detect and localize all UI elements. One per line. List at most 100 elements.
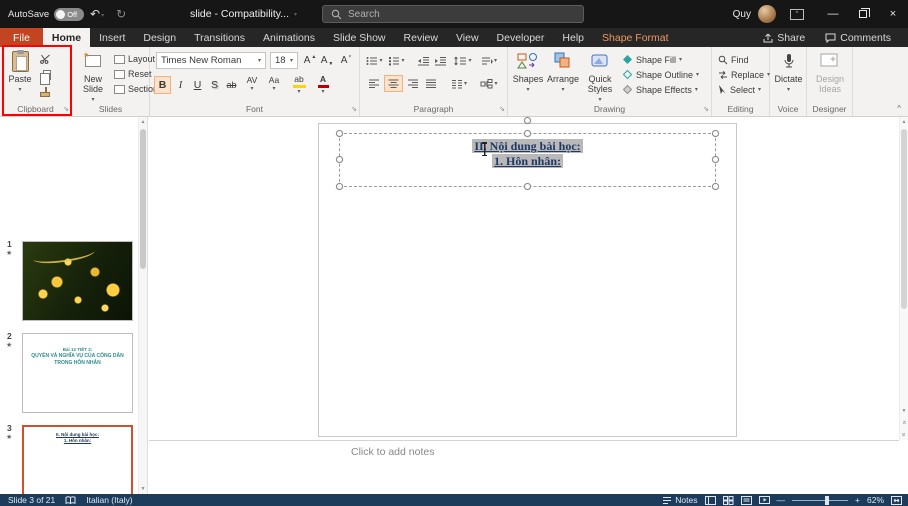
undo-button[interactable]: ↶ ▾ [90, 7, 104, 21]
notes-toggle-button[interactable]: Notes [662, 495, 698, 505]
clipboard-dialog-launcher[interactable]: ⇘ [63, 106, 69, 114]
notes-placeholder[interactable]: Click to add notes [351, 446, 434, 458]
slide-3-thumbnail-selected[interactable]: II. Nội dung bài học: 1. Hôn nhân: [22, 425, 133, 505]
shape-outline-button[interactable]: Shape Outline ▾ [622, 68, 699, 81]
tab-view[interactable]: View [447, 28, 488, 47]
quick-styles-button[interactable]: Quick Styles ▾ [582, 50, 618, 105]
increase-font-size-button[interactable]: A ▲ [302, 52, 318, 69]
bullets-button[interactable]: ▾ [365, 52, 384, 69]
columns-button[interactable]: ▾ [448, 75, 470, 92]
tab-review[interactable]: Review [395, 28, 447, 47]
selected-text-box[interactable]: II. Nội dung bài học: 1. Hôn nhân: [336, 117, 719, 190]
zoom-out-button[interactable]: — [777, 495, 786, 505]
collapse-ribbon-button[interactable]: ^ [897, 104, 901, 113]
paragraph-dialog-launcher[interactable]: ⇘ [499, 106, 505, 114]
text-direction-button[interactable]: ▾ [477, 52, 501, 69]
resize-handle-top-center[interactable] [523, 130, 531, 137]
shape-fill-caret-icon[interactable]: ▾ [679, 56, 682, 63]
paste-dropdown-caret-icon[interactable]: ▾ [18, 85, 21, 95]
zoom-slider-thumb[interactable] [824, 495, 829, 505]
slide-indicator[interactable]: Slide 3 of 21 [8, 495, 55, 505]
arrange-caret-icon[interactable]: ▾ [561, 85, 564, 95]
align-center-button[interactable] [384, 75, 403, 92]
document-title[interactable]: slide - Compatibility... ▾ [190, 0, 297, 28]
line-spacing-caret-icon[interactable]: ▾ [468, 57, 471, 64]
minimize-button[interactable]: — [818, 0, 848, 28]
normal-view-button[interactable] [704, 495, 716, 505]
font-color-button[interactable]: A ▾ [312, 75, 334, 95]
previous-slide-button[interactable]: « [900, 419, 908, 426]
shape-fill-button[interactable]: Shape Fill ▾ [622, 53, 682, 66]
clear-formatting-button[interactable]: A × [338, 52, 354, 69]
rotate-handle[interactable] [523, 117, 531, 124]
convert-to-smartart-button[interactable]: ▾ [477, 75, 501, 92]
tab-file[interactable]: File [0, 28, 43, 47]
slide-canvas[interactable]: II. Nội dung bài học: 1. Hôn nhân: [318, 117, 737, 437]
arrange-button[interactable]: Arrange ▾ [546, 50, 580, 95]
resize-handle-top-left[interactable] [336, 130, 343, 137]
line-spacing-button[interactable]: ▾ [452, 52, 474, 69]
editor-scroll-up-icon[interactable]: ▲ [900, 119, 908, 125]
next-slide-button[interactable]: « [900, 431, 908, 438]
fit-slide-to-window-button[interactable] [891, 495, 902, 505]
comments-button[interactable]: Comments [818, 28, 898, 47]
strikethrough-button[interactable]: ab [223, 76, 240, 94]
format-painter-button[interactable] [40, 84, 50, 98]
language-indicator[interactable]: Italian (Italy) [86, 495, 132, 505]
thumb-scroll-up-icon[interactable]: ▲ [139, 119, 147, 125]
font-family-caret-icon[interactable]: ▾ [258, 57, 261, 64]
font-dialog-launcher[interactable]: ⇘ [351, 106, 357, 114]
search-box[interactable] [322, 5, 584, 23]
tab-home[interactable]: Home [42, 28, 91, 47]
title-dropdown-caret-icon[interactable]: ▾ [294, 11, 297, 18]
decrease-font-size-button[interactable]: A ▼ [319, 52, 335, 69]
resize-handle-bottom-right[interactable] [712, 183, 719, 190]
restore-button[interactable] [848, 0, 878, 28]
select-caret-icon[interactable]: ▾ [758, 86, 761, 93]
zoom-in-button[interactable]: + [855, 495, 860, 505]
align-left-button[interactable] [365, 75, 384, 92]
find-button[interactable]: Find [718, 53, 749, 66]
user-name[interactable]: Quy [733, 9, 751, 20]
resize-handle-top-right[interactable] [712, 130, 719, 137]
spell-check-icon[interactable] [65, 495, 76, 505]
character-spacing-button[interactable]: AV ▾ [242, 76, 262, 94]
smartart-caret-icon[interactable]: ▾ [494, 80, 497, 87]
thumbnail-panel-scrollbar[interactable]: ▲ ▼ [138, 117, 147, 494]
increase-indent-button[interactable] [432, 52, 449, 69]
slide-sorter-view-button[interactable] [722, 495, 734, 505]
text-direction-caret-icon[interactable]: ▾ [494, 57, 497, 64]
reset-button[interactable]: Reset [114, 67, 152, 81]
tab-developer[interactable]: Developer [488, 28, 554, 47]
redo-button[interactable]: ↻ [116, 7, 126, 21]
ribbon-display-options-icon[interactable]: ^ [790, 8, 804, 20]
font-size-caret-icon[interactable]: ▾ [290, 57, 293, 64]
highlight-caret-icon[interactable]: ▾ [297, 88, 300, 95]
shape-effects-button[interactable]: Shape Effects ▾ [622, 83, 698, 96]
autosave-control[interactable]: AutoSave Off [8, 0, 85, 28]
slide-2-thumbnail[interactable]: Bài 12 TIẾT 2: QUYỀN VÀ NGHĨA VỤ CỦA CÔN… [22, 333, 133, 413]
design-ideas-button[interactable]: Design Ideas [811, 50, 849, 94]
tab-transitions[interactable]: Transitions [185, 28, 254, 47]
align-right-button[interactable] [403, 75, 422, 92]
editor-scrollbar[interactable]: ▲ ▼ « « [899, 117, 908, 440]
new-slide-button[interactable]: ★ New Slide ▾ [76, 50, 110, 105]
notes-pane[interactable]: Click to add notes [149, 441, 908, 494]
zoom-level[interactable]: 62% [867, 495, 884, 505]
autosave-toggle[interactable]: Off [54, 7, 85, 21]
tab-design[interactable]: Design [134, 28, 185, 47]
drawing-dialog-launcher[interactable]: ⇘ [703, 106, 709, 114]
close-button[interactable]: × [878, 0, 908, 28]
editor-scrollbar-thumb[interactable] [901, 129, 907, 309]
resize-handle-middle-left[interactable] [336, 156, 343, 163]
columns-caret-icon[interactable]: ▾ [464, 80, 467, 87]
tab-slide-show[interactable]: Slide Show [324, 28, 395, 47]
text-box-content[interactable]: II. Nội dung bài học: 1. Hôn nhân: [340, 134, 715, 169]
resize-handle-bottom-center[interactable] [523, 183, 531, 190]
select-button[interactable]: Select ▾ [718, 83, 761, 96]
thumb-scrollbar-thumb[interactable] [140, 129, 146, 269]
editor-scroll-down-icon[interactable]: ▼ [900, 408, 908, 414]
slide-1-thumbnail[interactable] [22, 241, 133, 321]
zoom-slider[interactable] [792, 495, 849, 505]
shapes-caret-icon[interactable]: ▾ [526, 85, 529, 95]
